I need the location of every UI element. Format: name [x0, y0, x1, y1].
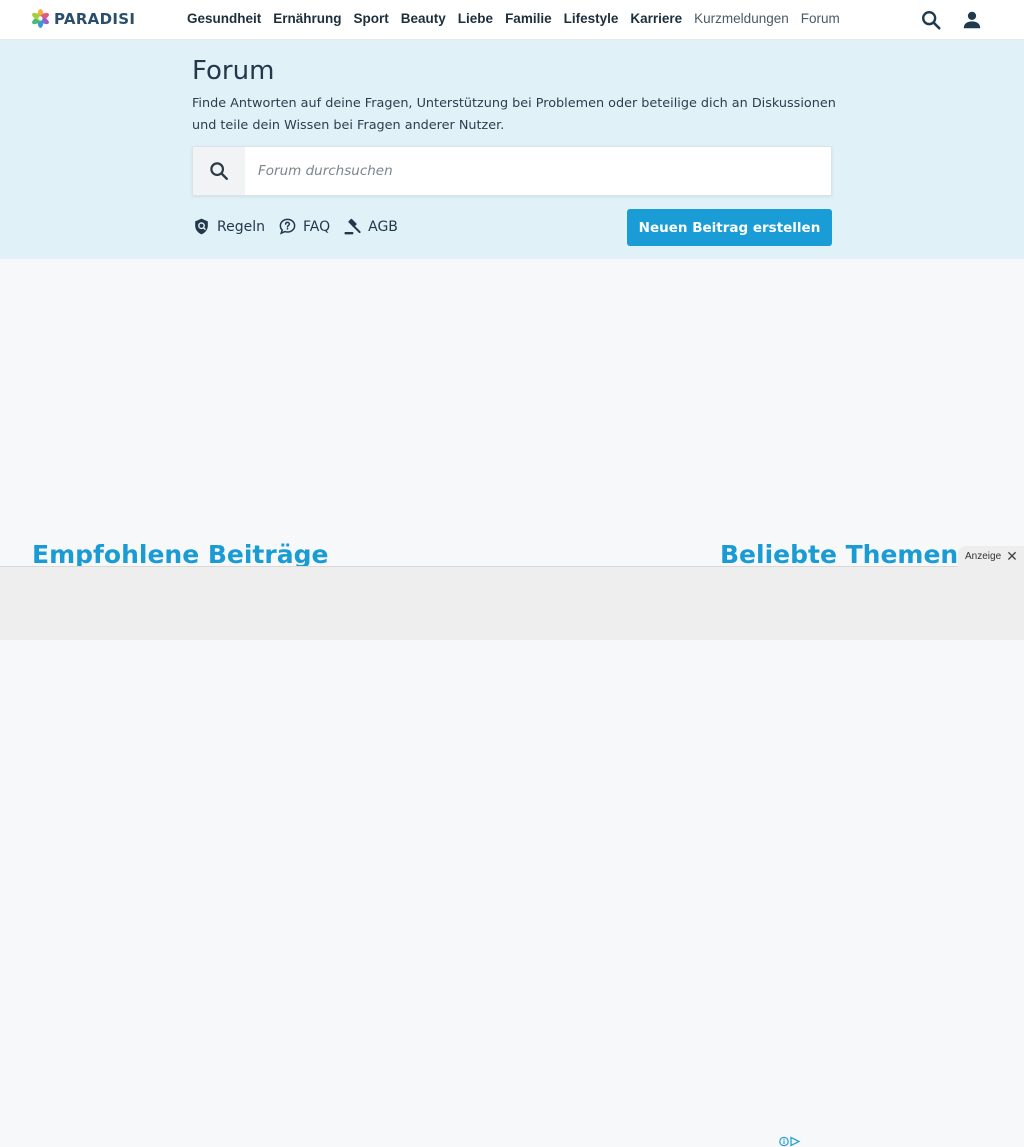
shield-icon — [195, 218, 208, 235]
forum-description: Finde Antworten auf deine Fragen, Unters… — [192, 96, 836, 133]
nav-item-forum[interactable]: Forum — [801, 11, 840, 26]
search-button[interactable] — [193, 147, 245, 195]
forum-hero: Forum Finde Antworten auf deine Fragen, … — [0, 40, 1024, 259]
popular-topics-title: Beliebte Themen — [720, 540, 959, 569]
link-regeln[interactable]: Regeln — [192, 217, 265, 236]
link-agb[interactable]: AGB — [343, 217, 398, 236]
user-icon[interactable] — [961, 9, 983, 31]
nav-item-familie[interactable]: Familie — [505, 11, 552, 26]
nav-item-kurzmeldungen[interactable]: Kurzmeldungen — [694, 11, 789, 26]
recommended-posts-title: Empfohlene Beiträge — [32, 540, 329, 569]
forum-links: Regeln FAQ AGB — [192, 217, 398, 236]
page-title: Forum — [192, 56, 275, 86]
new-post-button[interactable]: Neuen Beitrag erstellen — [627, 209, 832, 246]
logo-text: PARADISI — [54, 9, 136, 28]
main-nav: Gesundheit Ernährung Sport Beauty Liebe … — [187, 11, 840, 26]
ad-banner — [0, 566, 1024, 1147]
link-faq[interactable]: FAQ — [278, 217, 330, 236]
nav-item-liebe[interactable]: Liebe — [458, 11, 493, 26]
flower-logo-icon — [32, 9, 49, 28]
nav-item-lifestyle[interactable]: Lifestyle — [564, 11, 619, 26]
nav-item-karriere[interactable]: Karriere — [630, 11, 682, 26]
search-icon — [210, 162, 228, 180]
search-input[interactable] — [245, 147, 831, 195]
link-faq-label: FAQ — [302, 218, 331, 235]
link-agb-label: AGB — [368, 218, 398, 235]
forum-search — [192, 146, 832, 196]
ad-label-tab: Anzeige ✕ — [958, 546, 1024, 567]
close-icon[interactable]: ✕ — [1006, 548, 1018, 565]
nav-item-ernaehrung[interactable]: Ernährung — [273, 11, 341, 26]
site-logo[interactable]: PARADISI — [31, 9, 135, 28]
question-bubble-icon — [279, 218, 296, 235]
adchoices-icon[interactable] — [779, 1136, 801, 1147]
ad-label: Anzeige — [965, 551, 1002, 562]
site-header: PARADISI Gesundheit Ernährung Sport Beau… — [0, 0, 1024, 40]
gavel-icon — [344, 218, 361, 235]
nav-item-beauty[interactable]: Beauty — [401, 11, 446, 26]
nav-item-sport[interactable]: Sport — [354, 11, 389, 26]
link-regeln-label: Regeln — [217, 218, 265, 235]
search-icon[interactable] — [920, 9, 942, 31]
nav-item-gesundheit[interactable]: Gesundheit — [187, 11, 261, 26]
